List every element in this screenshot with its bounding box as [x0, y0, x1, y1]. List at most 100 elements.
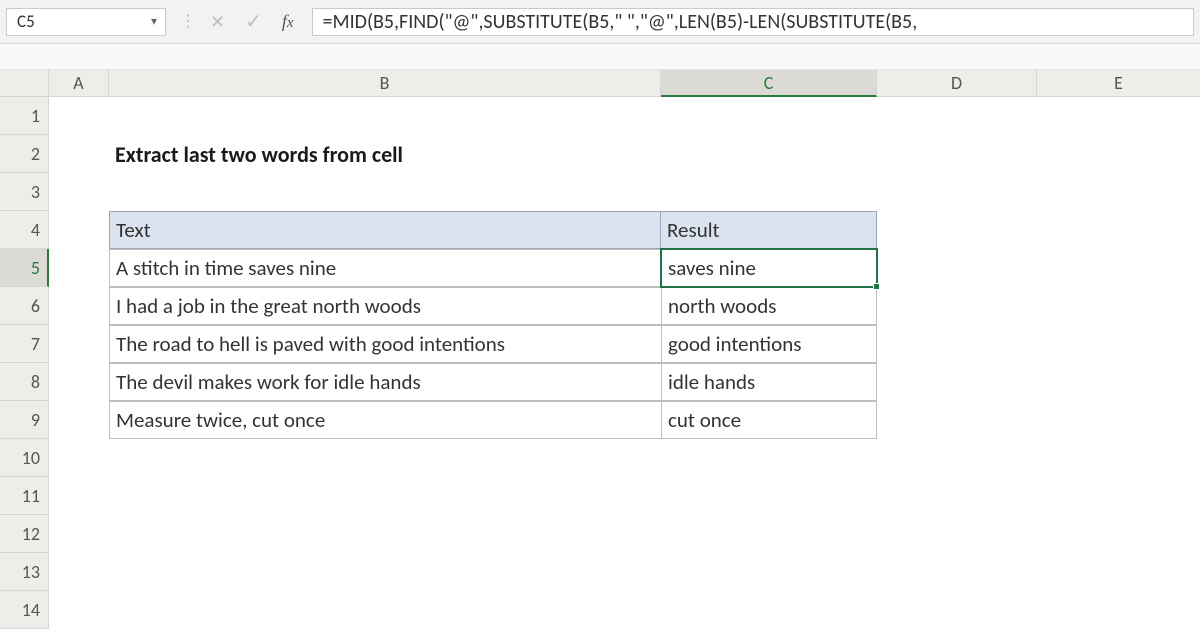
- cell[interactable]: [877, 363, 1037, 401]
- cell[interactable]: [1037, 439, 1200, 477]
- row-header[interactable]: 1: [0, 97, 49, 135]
- cell[interactable]: [1037, 401, 1200, 439]
- cell[interactable]: [49, 325, 109, 363]
- cell[interactable]: [49, 287, 109, 325]
- select-all-corner[interactable]: [0, 70, 49, 97]
- row-header[interactable]: 13: [0, 553, 49, 591]
- vertical-dots-icon: ⋮: [166, 14, 210, 30]
- fill-handle[interactable]: [873, 283, 880, 290]
- table-header-result[interactable]: Result: [661, 211, 877, 249]
- cell[interactable]: [661, 591, 877, 629]
- cell[interactable]: [877, 211, 1037, 249]
- cell[interactable]: [1037, 173, 1200, 211]
- page-title[interactable]: Extract last two words from cell: [109, 135, 661, 173]
- cell[interactable]: [877, 325, 1037, 363]
- table-cell-result[interactable]: cut once: [661, 401, 877, 439]
- col-header-B[interactable]: B: [109, 70, 661, 97]
- chevron-down-icon[interactable]: ▾: [147, 14, 161, 29]
- table-cell-text[interactable]: The devil makes work for idle hands: [109, 363, 661, 401]
- cell[interactable]: [877, 553, 1037, 591]
- cell[interactable]: [661, 135, 877, 173]
- accept-icon[interactable]: ✓: [245, 9, 262, 34]
- cell[interactable]: [661, 477, 877, 515]
- cell[interactable]: [1037, 211, 1200, 249]
- cell[interactable]: [49, 173, 109, 211]
- cell[interactable]: [49, 97, 109, 135]
- cell[interactable]: [877, 97, 1037, 135]
- row-header[interactable]: 2: [0, 135, 49, 173]
- cell[interactable]: [1037, 477, 1200, 515]
- cell[interactable]: [877, 477, 1037, 515]
- cell[interactable]: [109, 477, 661, 515]
- row-header[interactable]: 9: [0, 401, 49, 439]
- cell[interactable]: [49, 477, 109, 515]
- row-header[interactable]: 6: [0, 287, 49, 325]
- row-header[interactable]: 7: [0, 325, 49, 363]
- row-header[interactable]: 8: [0, 363, 49, 401]
- cell[interactable]: [877, 135, 1037, 173]
- cancel-icon[interactable]: ✕: [210, 11, 225, 33]
- table-cell-text[interactable]: Measure twice, cut once: [109, 401, 661, 439]
- cell[interactable]: [109, 591, 661, 629]
- cell[interactable]: [877, 401, 1037, 439]
- col-header-D[interactable]: D: [877, 70, 1037, 97]
- row-header[interactable]: 10: [0, 439, 49, 477]
- cell[interactable]: [661, 439, 877, 477]
- cell[interactable]: [109, 173, 661, 211]
- table-cell-text[interactable]: I had a job in the great north woods: [109, 287, 661, 325]
- row-header[interactable]: 14: [0, 591, 49, 629]
- table-cell-result[interactable]: north woods: [661, 287, 877, 325]
- cell[interactable]: [49, 553, 109, 591]
- col-header-C[interactable]: C: [661, 70, 877, 97]
- cell[interactable]: [1037, 591, 1200, 629]
- cell[interactable]: [109, 515, 661, 553]
- cell[interactable]: [877, 439, 1037, 477]
- cell[interactable]: [1037, 97, 1200, 135]
- cell[interactable]: [1037, 135, 1200, 173]
- cell[interactable]: [49, 211, 109, 249]
- cell[interactable]: [877, 515, 1037, 553]
- cell[interactable]: [49, 439, 109, 477]
- cell[interactable]: [109, 553, 661, 591]
- cell[interactable]: [877, 287, 1037, 325]
- cell[interactable]: [661, 515, 877, 553]
- table-cell-text[interactable]: The road to hell is paved with good inte…: [109, 325, 661, 363]
- cell[interactable]: [109, 97, 661, 135]
- cell[interactable]: [877, 173, 1037, 211]
- name-box[interactable]: C5 ▾: [6, 8, 166, 36]
- cell[interactable]: [877, 591, 1037, 629]
- cell[interactable]: [109, 439, 661, 477]
- table-cell-result[interactable]: saves nine: [661, 249, 877, 287]
- cell[interactable]: [49, 515, 109, 553]
- table-cell-text[interactable]: A stitch in time saves nine: [109, 249, 661, 287]
- formula-bar[interactable]: =MID(B5,FIND("@",SUBSTITUTE(B5," ","@",L…: [312, 8, 1194, 36]
- cell[interactable]: [1037, 363, 1200, 401]
- cell[interactable]: [1037, 325, 1200, 363]
- cell[interactable]: [661, 553, 877, 591]
- table-cell-result[interactable]: idle hands: [661, 363, 877, 401]
- cell[interactable]: [49, 249, 109, 287]
- table-header-text[interactable]: Text: [109, 211, 661, 249]
- cell[interactable]: [877, 249, 1037, 287]
- cell[interactable]: [661, 173, 877, 211]
- cell[interactable]: [1037, 287, 1200, 325]
- cell[interactable]: [1037, 249, 1200, 287]
- col-header-E[interactable]: E: [1037, 70, 1200, 97]
- spreadsheet-grid[interactable]: A B C D E 1 2 Extract last two words fro…: [0, 70, 1200, 629]
- table-cell-result[interactable]: good intentions: [661, 325, 877, 363]
- cell[interactable]: [49, 591, 109, 629]
- cell[interactable]: [1037, 553, 1200, 591]
- cell[interactable]: [49, 401, 109, 439]
- row-header[interactable]: 12: [0, 515, 49, 553]
- col-header-A[interactable]: A: [49, 70, 109, 97]
- cell[interactable]: [49, 135, 109, 173]
- row-header[interactable]: 11: [0, 477, 49, 515]
- cell[interactable]: [49, 363, 109, 401]
- cell[interactable]: [661, 97, 877, 135]
- row-header[interactable]: 4: [0, 211, 49, 249]
- fx-icon[interactable]: fx: [282, 11, 294, 32]
- cell[interactable]: [1037, 515, 1200, 553]
- row-header[interactable]: 3: [0, 173, 49, 211]
- row-header[interactable]: 5: [0, 249, 49, 287]
- formula-toolbar: C5 ▾ ⋮ ✕ ✓ fx =MID(B5,FIND("@",SUBSTITUT…: [0, 0, 1200, 44]
